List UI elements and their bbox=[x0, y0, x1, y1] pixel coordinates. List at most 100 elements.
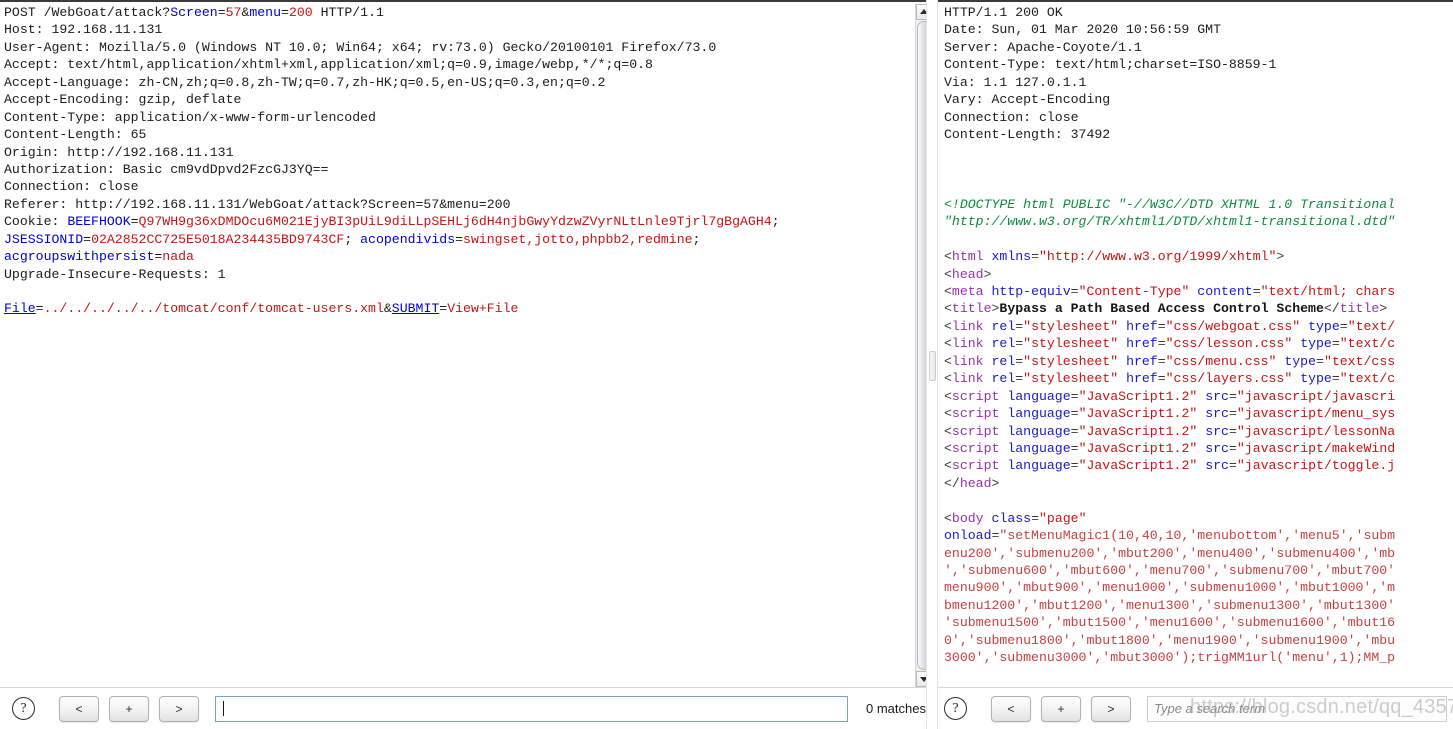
request-code-area[interactable]: POST /WebGoat/attack?Screen=57&menu=200 … bbox=[0, 0, 932, 687]
code-token: </ bbox=[944, 475, 960, 491]
code-token: Screen bbox=[170, 5, 218, 20]
code-token: "javascript/toggle.j bbox=[1236, 458, 1396, 474]
code-token: 57 bbox=[225, 5, 242, 20]
code-line: HTTP/1.1 200 OK bbox=[944, 4, 1395, 21]
code-line: <script language="JavaScript1.2" src="ja… bbox=[944, 388, 1395, 405]
help-icon[interactable]: ? bbox=[12, 697, 35, 720]
code-line: <meta http-equiv="Content-Type" content=… bbox=[944, 283, 1395, 300]
panel-splitter[interactable] bbox=[926, 0, 938, 729]
code-line: Content-Length: 65 bbox=[4, 126, 780, 143]
response-nav-buttons: < + > bbox=[991, 695, 1131, 722]
code-token: "javascript/makeWind bbox=[1236, 440, 1396, 456]
code-token: = bbox=[1015, 353, 1024, 369]
code-token: bmenu1200','mbut1200','menu1300','submen… bbox=[944, 597, 1396, 613]
code-token: type bbox=[1308, 318, 1340, 334]
code-token: = bbox=[281, 5, 289, 20]
code-token: script bbox=[951, 388, 1000, 404]
code-line: Referer: http://192.168.11.131/WebGoat/a… bbox=[4, 196, 780, 213]
request-search-input[interactable] bbox=[215, 695, 849, 722]
help-icon[interactable]: ? bbox=[944, 697, 967, 720]
add-search-button[interactable]: + bbox=[1041, 695, 1081, 722]
code-token: class bbox=[991, 510, 1032, 526]
code-token: < bbox=[944, 353, 952, 369]
code-token: = bbox=[1331, 336, 1340, 352]
code-token: meta bbox=[951, 284, 984, 299]
code-token: JSESSIONID bbox=[4, 231, 84, 247]
match-count-label: 0 matches bbox=[866, 701, 926, 716]
request-panel: POST /WebGoat/attack?Screen=57&menu=200 … bbox=[0, 0, 932, 729]
code-token: language bbox=[1007, 440, 1071, 456]
code-line: <!DOCTYPE html PUBLIC "-//W3C//DTD XHTML… bbox=[944, 196, 1395, 213]
code-token: </ bbox=[1323, 301, 1340, 317]
code-token: > bbox=[991, 475, 1000, 491]
code-token: < bbox=[944, 318, 952, 334]
code-token: = bbox=[455, 231, 464, 247]
code-token: "stylesheet" bbox=[1023, 353, 1119, 369]
code-token: language bbox=[1007, 423, 1071, 439]
response-code-area[interactable]: HTTP/1.1 200 OK Date: Sun, 01 Mar 2020 10… bbox=[932, 0, 1453, 687]
code-token: Content-Type: application/x-www-form-url… bbox=[4, 109, 376, 125]
code-line: Authorization: Basic cm9vdDpvd2FzcGJ3YQ=… bbox=[4, 161, 780, 178]
code-token: = bbox=[1031, 510, 1039, 526]
code-token: "text/c bbox=[1339, 336, 1396, 352]
code-token: type bbox=[1284, 353, 1317, 369]
code-token: ../../../../../tomcat/conf/tomcat-users.… bbox=[43, 301, 384, 317]
code-token: Connection: close bbox=[944, 109, 1079, 125]
code-line: Cookie: BEEFHOOK=Q97WH9g36xDMDOcu6M021Ej… bbox=[4, 213, 780, 230]
code-line: Accept-Language: zh-CN,zh;q=0.8,zh-TW;q=… bbox=[4, 74, 780, 91]
code-line: Accept-Encoding: gzip, deflate bbox=[4, 91, 780, 108]
http-request-response-viewer: POST /WebGoat/attack?Screen=57&menu=200 … bbox=[0, 0, 1453, 729]
next-match-button[interactable]: > bbox=[159, 695, 199, 722]
code-token: ','submenu600','mbut600','menu700','subm… bbox=[944, 563, 1396, 578]
code-line: onload="setMenuMagic1(10,40,10,'menubott… bbox=[944, 527, 1395, 544]
code-token: Content-Type: text/html;charset=ISO-8859… bbox=[944, 57, 1277, 73]
code-line: Upgrade-Insecure-Requests: 1 bbox=[4, 266, 780, 283]
add-search-button[interactable]: + bbox=[109, 695, 149, 722]
code-token: "JavaScript1.2" bbox=[1078, 388, 1198, 404]
code-line: <body class="page" bbox=[944, 510, 1395, 527]
previous-match-button[interactable]: < bbox=[991, 695, 1031, 722]
text-caret bbox=[223, 701, 224, 716]
code-token: = bbox=[1070, 406, 1079, 422]
code-token: xmlns bbox=[991, 249, 1032, 265]
code-token: href bbox=[1126, 318, 1158, 334]
splitter-grip[interactable] bbox=[929, 351, 936, 381]
code-token: = bbox=[1157, 336, 1166, 352]
code-token: rel bbox=[991, 318, 1016, 334]
code-token: = bbox=[1339, 318, 1348, 334]
response-search-input[interactable]: Type a search term bbox=[1147, 695, 1447, 722]
code-line: <link rel="stylesheet" href="css/layers.… bbox=[944, 370, 1395, 387]
code-token: Accept-Encoding: gzip, deflate bbox=[4, 92, 242, 108]
previous-match-button[interactable]: < bbox=[59, 695, 99, 722]
code-token: Content-Length: 37492 bbox=[944, 127, 1111, 143]
code-token: script bbox=[951, 406, 1000, 422]
code-token: = bbox=[1157, 371, 1166, 387]
code-token: = bbox=[1228, 423, 1237, 439]
code-token: = bbox=[1228, 440, 1237, 456]
code-token: "http://www.w3.org/1999/xhtml" bbox=[1039, 249, 1277, 265]
code-line: <link rel="stylesheet" href="css/webgoat… bbox=[944, 318, 1395, 335]
code-line: POST /WebGoat/attack?Screen=57&menu=200 … bbox=[4, 4, 780, 21]
code-token: type bbox=[1300, 371, 1332, 387]
code-token: = bbox=[1157, 318, 1166, 334]
code-token: Origin: http://192.168.11.131 bbox=[4, 144, 234, 160]
code-token: Via: 1.1 127.0.1.1 bbox=[944, 74, 1087, 90]
next-match-button[interactable]: > bbox=[1091, 695, 1131, 722]
code-token: src bbox=[1205, 440, 1229, 456]
code-line: Connection: close bbox=[944, 109, 1395, 126]
code-line: enu200','submenu200','mbut200','menu400'… bbox=[944, 545, 1395, 562]
code-token: = bbox=[1070, 458, 1079, 474]
code-line: Vary: Accept-Encoding bbox=[944, 91, 1395, 108]
code-token: = bbox=[1070, 388, 1079, 404]
